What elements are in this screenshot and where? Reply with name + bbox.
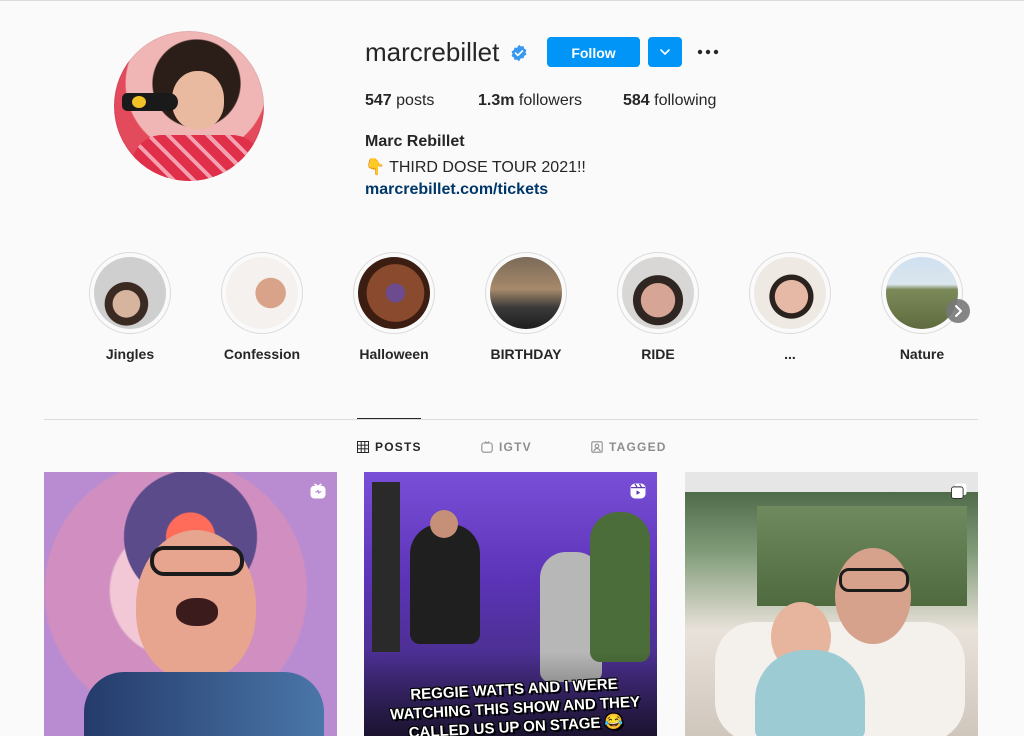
highlight-label: RIDE (641, 346, 675, 362)
tab-posts[interactable]: POSTS (357, 438, 422, 456)
tab-igtv[interactable]: IGTV (481, 438, 532, 456)
highlight-label: ... (784, 346, 796, 362)
tab-tagged[interactable]: TAGGED (591, 438, 667, 456)
highlight-halloween[interactable]: Halloween (352, 252, 436, 362)
verified-badge-icon (511, 44, 527, 62)
profile-avatar[interactable] (114, 31, 264, 181)
tab-tagged-label: TAGGED (609, 440, 667, 454)
profile-link[interactable]: marcrebillet.com/tickets (365, 181, 548, 199)
follow-button[interactable]: Follow (547, 37, 640, 67)
profile-username: marcrebillet (365, 37, 500, 67)
post-thumbnail[interactable]: REGGIE WATTS AND I WERE WATCHING THIS SH… (364, 472, 657, 736)
reels-icon (630, 483, 646, 499)
highlight-label: BIRTHDAY (490, 346, 562, 362)
igtv-icon (481, 441, 493, 453)
carousel-icon (951, 483, 967, 499)
highlight-ride[interactable]: RIDE (616, 252, 700, 362)
followers-count-value: 1.3m (478, 92, 515, 109)
avatar-shirt (132, 135, 262, 181)
highlight-label: Nature (899, 346, 945, 362)
igtv-icon (310, 483, 326, 499)
highlight-ring (749, 252, 831, 334)
tab-igtv-label: IGTV (499, 440, 532, 454)
highlight-jingles[interactable]: Jingles (88, 252, 172, 362)
highlight-ring (89, 252, 171, 334)
tab-posts-label: POSTS (375, 440, 422, 454)
highlight-thumbnail (358, 257, 430, 329)
highlight-ring (617, 252, 699, 334)
followers-count[interactable]: 1.3m followers (478, 92, 582, 110)
followers-count-label: followers (518, 92, 583, 109)
tagged-icon (591, 441, 603, 453)
top-border (0, 0, 1024, 1)
highlight-thumbnail (754, 257, 826, 329)
active-tab-indicator (357, 418, 421, 419)
posts-count-label: posts (396, 92, 435, 109)
highlight-thumbnail (94, 257, 166, 329)
highlight-label: Confession (223, 346, 301, 362)
highlight-thumbnail (490, 257, 562, 329)
following-count[interactable]: 584 following (623, 92, 716, 110)
more-options-icon[interactable] (694, 38, 722, 66)
highlight-label: Jingles (105, 346, 155, 362)
highlight-ring (353, 252, 435, 334)
highlight-ring (221, 252, 303, 334)
suggested-accounts-button[interactable] (648, 37, 682, 67)
highlight-birthday[interactable]: BIRTHDAY (484, 252, 568, 362)
grid-icon (357, 441, 369, 453)
following-count-label: following (654, 92, 717, 109)
posts-count-value: 547 (365, 92, 392, 109)
highlight-ring (485, 252, 567, 334)
highlight-thumbnail (622, 257, 694, 329)
highlight-confession[interactable]: Confession (220, 252, 304, 362)
highlight-thumbnail (226, 257, 298, 329)
highlight-ellipsis[interactable]: ... (748, 252, 832, 362)
highlight-label: Halloween (359, 346, 429, 362)
chevron-down-icon (660, 49, 670, 55)
following-count-value: 584 (623, 92, 650, 109)
profile-full-name: Marc Rebillet (365, 133, 465, 150)
posts-count: 547 posts (365, 92, 434, 110)
post-thumbnail[interactable] (685, 472, 978, 736)
post-thumbnail[interactable] (44, 472, 337, 736)
highlights-next-button[interactable] (946, 299, 970, 323)
avatar-bottle (122, 93, 178, 111)
avatar-face (172, 71, 224, 129)
chevron-right-icon (955, 305, 962, 317)
profile-bio: 👇 THIRD DOSE TOUR 2021!! (365, 159, 586, 176)
tabs-divider (44, 419, 978, 420)
